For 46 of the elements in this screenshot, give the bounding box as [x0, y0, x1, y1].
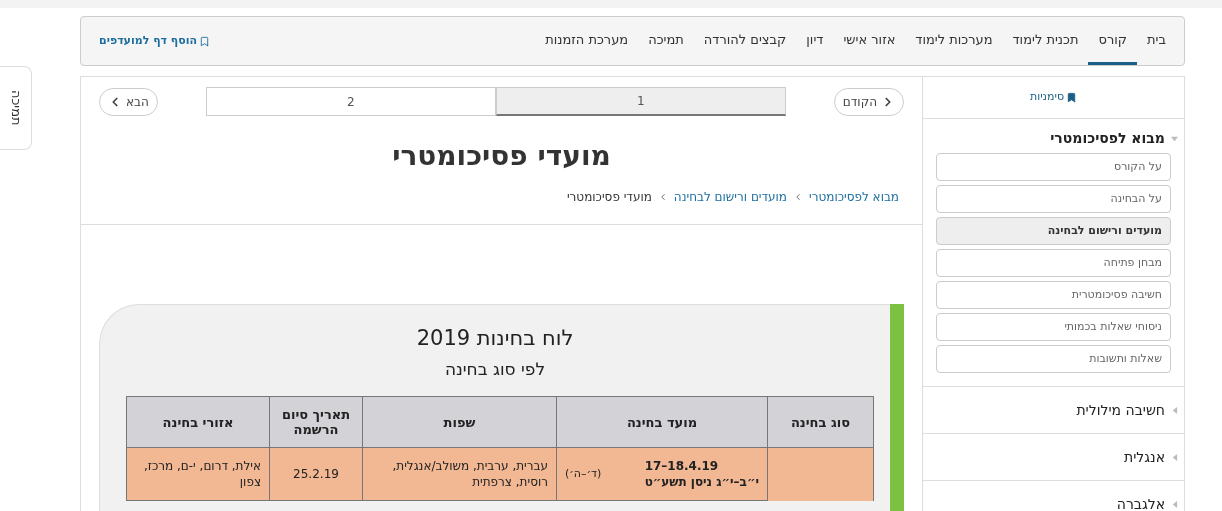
caret-down-icon — [1171, 134, 1178, 142]
nav-tab[interactable]: מערכות לימוד — [905, 17, 1003, 65]
add-favorite-link[interactable]: הוסף דף למועדפים — [89, 17, 221, 65]
caret-left-icon — [1171, 453, 1178, 461]
nav-tab[interactable]: אזור אישי — [833, 17, 906, 65]
caret-left-icon — [1171, 406, 1178, 414]
section-item[interactable]: חשיבה פסיכומטרית — [936, 281, 1171, 309]
page-tab[interactable]: 2 — [205, 87, 496, 116]
nav-tab[interactable]: דיון — [796, 17, 834, 65]
breadcrumb-link[interactable]: מועדים ורישום לבחינה — [673, 188, 787, 206]
column-header: סוג בחינה — [767, 396, 874, 448]
nav-tab[interactable]: תמיכה — [638, 17, 694, 65]
nav-tab[interactable]: קורס — [1088, 17, 1138, 65]
column-header: שפות — [362, 396, 557, 448]
bookmark-icon — [199, 35, 211, 47]
nav-tab[interactable]: בית — [1137, 17, 1176, 65]
section-item[interactable]: על הקורס — [936, 153, 1171, 181]
page-title: מועדי פסיכומטרי — [391, 138, 612, 174]
column-header: אזורי בחינה — [126, 396, 270, 448]
section-header[interactable]: חשיבה מילולית — [923, 387, 1184, 433]
bookmark-icon — [1066, 92, 1078, 103]
nav-tab[interactable]: קבצים להורדה — [693, 17, 797, 65]
schedule-subtitle: לפי סוג בחינה — [443, 357, 547, 381]
section-header[interactable]: מבוא לפסיכומטרי — [923, 119, 1184, 153]
chevron-left-icon — [793, 192, 803, 202]
column-header: תאריך סיום הרשמה — [269, 396, 363, 448]
section-item[interactable]: שאלות ותשובות — [936, 345, 1171, 373]
nav-tab[interactable]: מערכת הזמנות — [535, 17, 639, 65]
page-tab[interactable]: 1 — [495, 87, 786, 116]
support-tab[interactable]: תמיכה — [0, 66, 32, 150]
breadcrumb-current: מועדי פסיכומטרי — [566, 189, 652, 206]
schedule-title: לוח בחינות 2019 — [415, 325, 575, 352]
section-item[interactable]: ניסוחי שאלות בכמותי — [936, 313, 1171, 341]
section-header[interactable]: אלגברה — [923, 481, 1184, 511]
table-cell: 25.2.19 — [269, 447, 363, 501]
section-item[interactable]: מועדים ורישום לבחינה — [936, 217, 1171, 245]
nav-tab[interactable]: תכנית לימוד — [1002, 17, 1089, 65]
caret-left-icon — [1171, 500, 1178, 508]
section-item[interactable]: מבחן פתיחה — [936, 249, 1171, 277]
section-header[interactable]: אנגלית — [923, 434, 1184, 480]
table-cell: עברית, ערבית, משולב/אנגלית, רוסית, צרפתית — [362, 447, 557, 501]
column-header: מועד בחינה — [556, 396, 768, 448]
bookmarks-header[interactable]: סימניות — [923, 77, 1184, 119]
table-cell: אילת, דרום, י-ם, מרכז, צפון — [126, 447, 270, 501]
breadcrumb-link[interactable]: מבוא לפסיכומטרי — [809, 188, 899, 206]
section-item[interactable]: על הבחינה — [936, 185, 1171, 213]
